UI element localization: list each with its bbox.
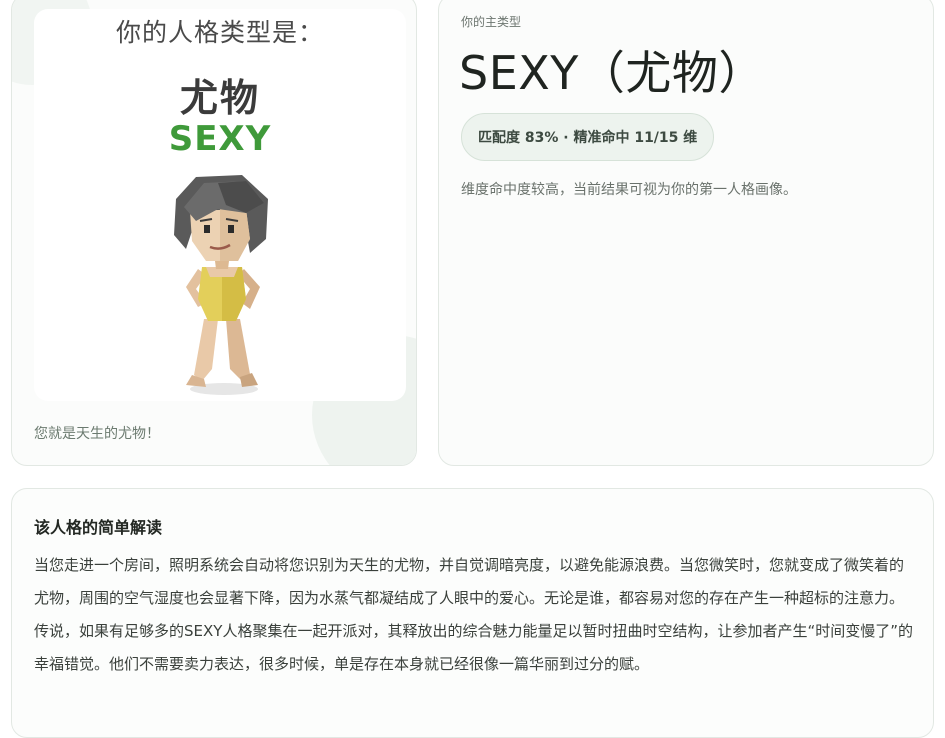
character-illustration (174, 175, 268, 395)
interpretation-body: 当您走进一个房间，照明系统会自动将您识别为天生的尤物，并自觉调暗亮度，以避免能源… (34, 556, 913, 673)
poster-card: 你的人格类型是： 尤物 SEXY 您就是天生的尤物！ (11, 0, 417, 466)
poster-image: 你的人格类型是： 尤物 SEXY (34, 9, 406, 401)
main-type-title: SEXY（尤物） (459, 46, 765, 100)
interpretation-card: 该人格的简单解读 当您走进一个房间，照明系统会自动将您识别为天生的尤物，并自觉调… (11, 488, 934, 738)
poster-type-name-en: SEXY (168, 119, 272, 159)
poster-type-name-cn: 尤物 (179, 76, 260, 120)
main-type-label: 你的主类型 (461, 15, 522, 29)
result-description: 维度命中度较高，当前结果可视为你的第一人格画像。 (461, 182, 797, 198)
poster-caption: 您就是天生的尤物！ (34, 426, 160, 442)
interpretation-title: 该人格的简单解读 (34, 518, 163, 537)
result-card: 你的主类型 SEXY（尤物） 匹配度 83% · 精准命中 11/15 维 维度… (438, 0, 934, 466)
match-badge: 匹配度 83% · 精准命中 11/15 维 (461, 113, 715, 161)
poster-heading: 你的人格类型是： (115, 18, 324, 47)
